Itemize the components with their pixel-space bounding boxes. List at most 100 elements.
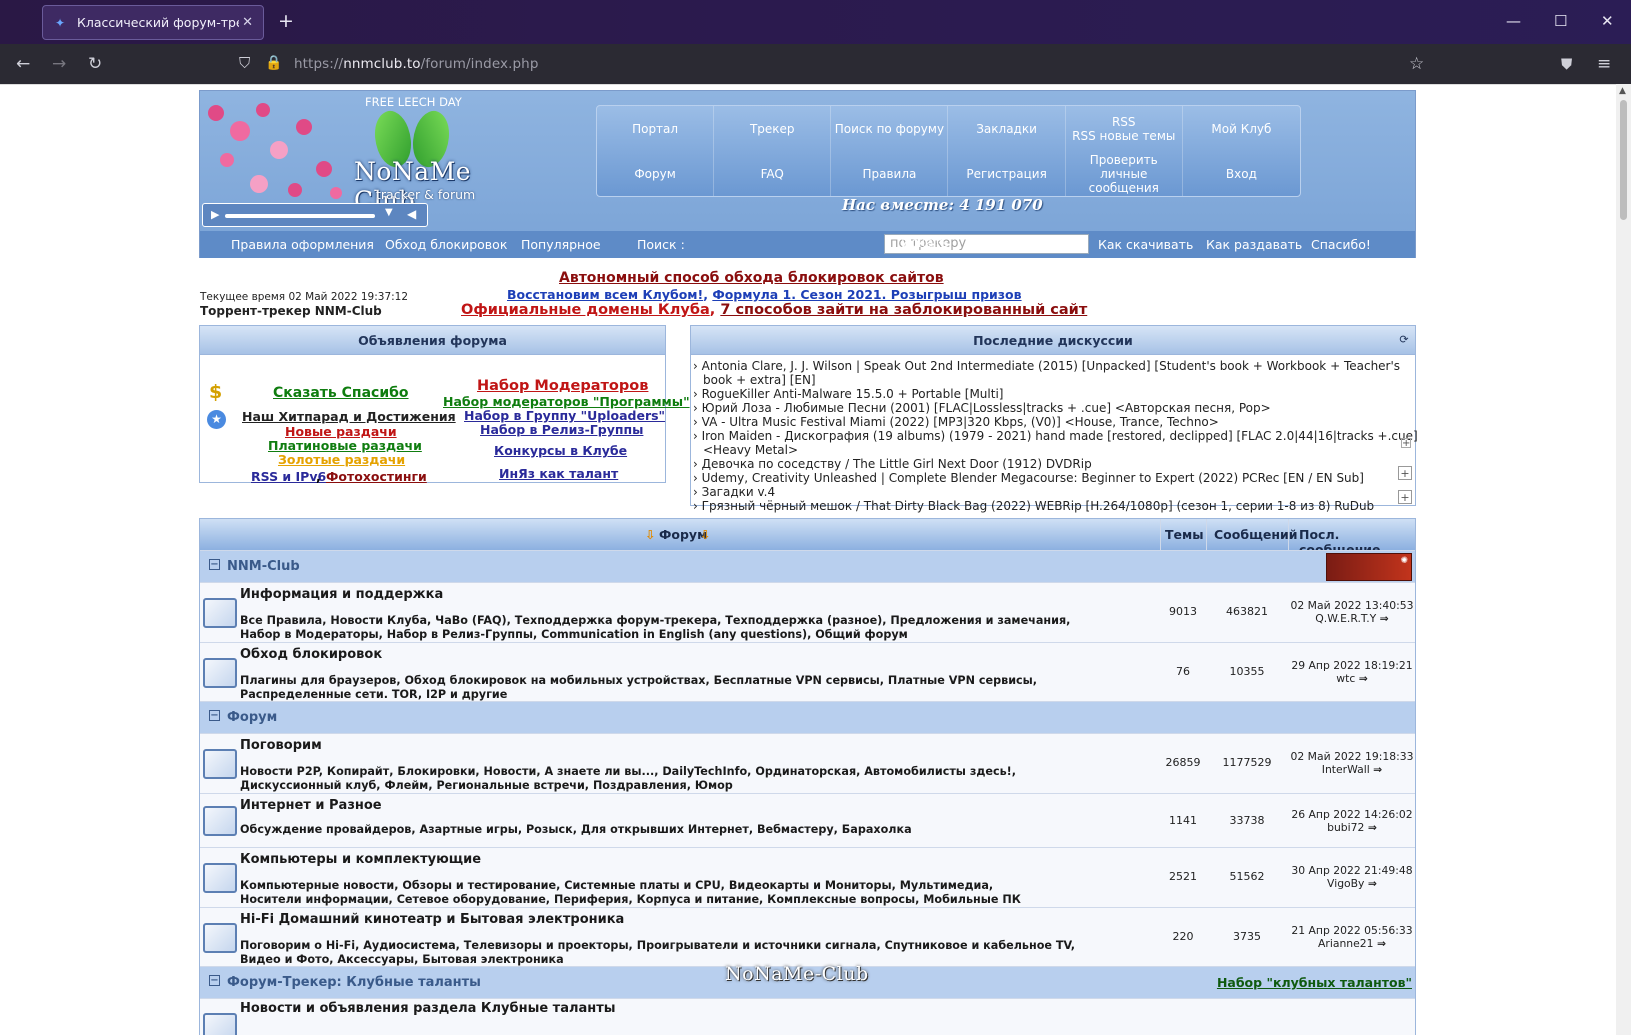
last-post[interactable]: 21 Апр 2022 05:56:33 Arianne21 ⇒ <box>1288 924 1416 950</box>
scroll-up-icon[interactable]: ▲ <box>1619 86 1626 96</box>
expand-icon[interactable]: + <box>1398 490 1412 504</box>
category-title[interactable]: Форум <box>227 710 277 725</box>
recruit-uploaders-link[interactable]: Набор в Группу "Uploaders" <box>464 408 665 423</box>
last-post[interactable]: 30 Апр 2022 21:49:48 VigoBy ⇒ <box>1288 864 1416 890</box>
expand-icon[interactable]: + <box>1398 466 1412 480</box>
subnav-popular-link[interactable]: Популярное <box>521 237 601 252</box>
collapse-icon[interactable]: − <box>209 710 220 721</box>
discussion-item[interactable]: › Грязный чёрный мешок / That Dirty Blac… <box>693 499 1374 513</box>
club-talents-recruit-link[interactable]: Набор "клубных талантов" <box>1217 975 1412 990</box>
discussion-item[interactable]: › Udemy, Creativity Unleashed | Complete… <box>693 471 1364 485</box>
subforum-links[interactable]: Новости P2P, Копирайт, Блокировки, Новос… <box>240 765 1016 779</box>
category-title[interactable]: Форум-Трекер: Клубные таланты <box>227 975 481 990</box>
seven-ways-link[interactable]: 7 способов зайти на заблокированный сайт <box>720 302 1087 318</box>
forum-title[interactable]: Новости и объявления раздела Клубные тал… <box>240 1001 616 1016</box>
subforum-links[interactable]: Все Правила, Новости Клуба, ЧаВо (FAQ), … <box>240 614 1070 628</box>
new-tab-button[interactable]: + <box>278 11 294 31</box>
last-post[interactable]: 02 Май 2022 19:18:33 InterWall ⇒ <box>1288 750 1416 776</box>
close-tab-icon[interactable]: ✕ <box>242 15 253 30</box>
planet-banner-icon[interactable]: ✺ <box>1326 553 1412 581</box>
subforum-links[interactable]: Компьютерные новости, Обзоры и тестирова… <box>240 879 993 893</box>
subforum-links[interactable]: Поговорим о Hi-Fi, Аудиосистема, Телевиз… <box>240 939 1075 953</box>
url-text[interactable]: https://nnmclub.to/forum/index.php <box>294 56 539 72</box>
discussion-item-continued[interactable]: <Heavy Metal> <box>703 443 798 457</box>
subforum-links[interactable]: Носители информации, Сетевое оборудовани… <box>240 893 1021 907</box>
recruit-release-groups-link[interactable]: Набор в Релиз-Группы <box>480 422 643 437</box>
announcement-bypass-link[interactable]: Автономный способ обхода блокировок сайт… <box>559 270 944 286</box>
volume-icon[interactable]: ◀ <box>407 207 416 221</box>
player-progress[interactable] <box>225 214 375 218</box>
last-post[interactable]: 26 Апр 2022 14:26:02 bubi72 ⇒ <box>1288 808 1416 834</box>
gold-releases-link[interactable]: Золотые раздачи <box>278 452 405 467</box>
discussion-item[interactable]: › Девочка по соседству / The Little Girl… <box>693 457 1092 471</box>
back-button[interactable]: ← <box>16 54 30 74</box>
photohosting-link[interactable]: Фотохостинги <box>326 469 427 484</box>
restore-club-link[interactable]: Восстановим всем Клубом! <box>507 287 703 302</box>
category-forum[interactable]: − Форум <box>200 701 1415 733</box>
audio-player[interactable]: ▶ ▼ ◀ <box>202 203 428 227</box>
subforum-links[interactable]: Набор в Модераторы, Набор в Релиз-Группы… <box>240 628 908 642</box>
say-thanks-link[interactable]: Сказать Спасибо <box>273 385 409 401</box>
minimize-button[interactable]: — <box>1506 12 1521 30</box>
vertical-scrollbar[interactable]: ▲ <box>1616 84 1631 1035</box>
forward-button[interactable]: → <box>52 54 66 74</box>
discussion-item[interactable]: › VA - Ultra Music Festival Miami (2022)… <box>693 415 1219 429</box>
menu-item-forum[interactable]: Форум <box>597 151 715 196</box>
how-download-link[interactable]: Как скачивать <box>1098 237 1193 252</box>
subforum-links[interactable]: Распределенные сети. TOR, I2P и другие <box>240 688 507 702</box>
recruit-moderators-link[interactable]: Набор Модераторов <box>477 378 648 394</box>
menu-icon[interactable]: ≡ <box>1597 54 1611 74</box>
menu-item-rss[interactable]: RSS RSS новые темы <box>1066 106 1183 151</box>
how-search-link[interactable]: Как искать <box>1009 237 1082 252</box>
expand-icon[interactable]: + <box>1401 438 1411 449</box>
platinum-releases-link[interactable]: Платиновые раздачи <box>268 438 422 453</box>
how-seed-link[interactable]: Как раздавать <box>1206 237 1302 252</box>
recruit-programs-moderators-link[interactable]: Набор модераторов "Программы" <box>443 394 690 409</box>
discussion-item-continued[interactable]: book + extra] [EN] <box>703 373 816 387</box>
thanks-link[interactable]: Спасибо! <box>1311 237 1371 252</box>
subnav-bypass-link[interactable]: Обход блокировок <box>385 237 507 252</box>
forum-title[interactable]: Обход блокировок <box>240 647 382 662</box>
subforum-links[interactable]: Видео и Фото, Аксессуары, Бытовая электр… <box>240 953 564 967</box>
shield-icon[interactable]: ⛉ <box>239 53 250 73</box>
close-window-button[interactable]: ✕ <box>1601 12 1614 30</box>
discussion-item[interactable]: › Antonia Clare, J. J. Wilson | Speak Ou… <box>693 359 1400 373</box>
forum-title[interactable]: Поговорим <box>240 738 322 753</box>
menu-item-bookmarks[interactable]: Закладки <box>948 106 1066 151</box>
refresh-icon[interactable]: ⟳ <box>1396 332 1412 348</box>
last-post[interactable]: 29 Апр 2022 18:19:21 wtc ⇒ <box>1288 659 1416 685</box>
category-title[interactable]: NNM-Club <box>227 559 300 574</box>
menu-item-my-club[interactable]: Мой Клуб <box>1183 106 1300 151</box>
bookmark-star-icon[interactable]: ☆ <box>1409 54 1424 74</box>
discussion-item[interactable]: › RogueKiller Anti-Malware 15.5.0 + Port… <box>693 387 1003 401</box>
address-bar[interactable]: ⛉ 🔒 https://nnmclub.to/forum/index.php <box>232 49 1432 79</box>
formula1-link[interactable]: Формула 1. Сезон 2021. Розыгрыш призов <box>712 287 1021 302</box>
subforum-links[interactable]: Обсуждение провайдеров, Азартные игры, Р… <box>240 823 912 837</box>
dropdown-arrow-icon[interactable]: ▼ <box>385 207 393 218</box>
forum-title[interactable]: Информация и поддержка <box>240 587 443 602</box>
collapse-icon[interactable]: − <box>209 975 220 986</box>
official-domains-link[interactable]: Официальные домены Клуба <box>461 302 710 318</box>
maximize-button[interactable]: ☐ <box>1554 12 1567 30</box>
discussion-item[interactable]: › Юрий Лоза - Любимые Песни (2001) [FLAC… <box>693 401 1271 415</box>
menu-item-login[interactable]: Вход <box>1183 151 1300 196</box>
subnav-rules-link[interactable]: Правила оформления <box>231 237 374 252</box>
lock-icon[interactable]: 🔒 <box>265 53 282 73</box>
menu-item-rules[interactable]: Правила <box>831 151 949 196</box>
menu-item-private-messages[interactable]: Проверить личные сообщения <box>1066 151 1183 196</box>
pocket-icon[interactable]: ⛊ <box>1561 54 1572 74</box>
new-releases-link[interactable]: Новые раздачи <box>285 424 397 439</box>
menu-item-tracker[interactable]: Трекер <box>714 106 832 151</box>
play-icon[interactable]: ▶ <box>211 208 219 221</box>
search-button[interactable]: Искать <box>901 236 949 251</box>
menu-item-forum-search[interactable]: Поиск по форуму <box>831 106 949 151</box>
discussion-item[interactable]: › Iron Maiden - Дискография (19 albums) … <box>693 429 1418 443</box>
discussion-item[interactable]: › Загадки v.4 <box>693 485 775 499</box>
menu-item-faq[interactable]: FAQ <box>714 151 832 196</box>
subforum-links[interactable]: Дискуссионный клуб, Флейм, Региональные … <box>240 779 733 793</box>
last-post[interactable]: 02 Май 2022 13:40:53 Q.W.E.R.T.Y ⇒ <box>1288 599 1416 625</box>
foreign-language-talent-link[interactable]: ИнЯз как талант <box>499 466 618 481</box>
forum-title[interactable]: Hi-Fi Домашний кинотеатр и Бытовая элект… <box>240 912 624 927</box>
forum-title[interactable]: Компьютеры и комплектующие <box>240 852 481 867</box>
rss-ipv6-link[interactable]: RSS и IPv6 <box>251 469 326 484</box>
